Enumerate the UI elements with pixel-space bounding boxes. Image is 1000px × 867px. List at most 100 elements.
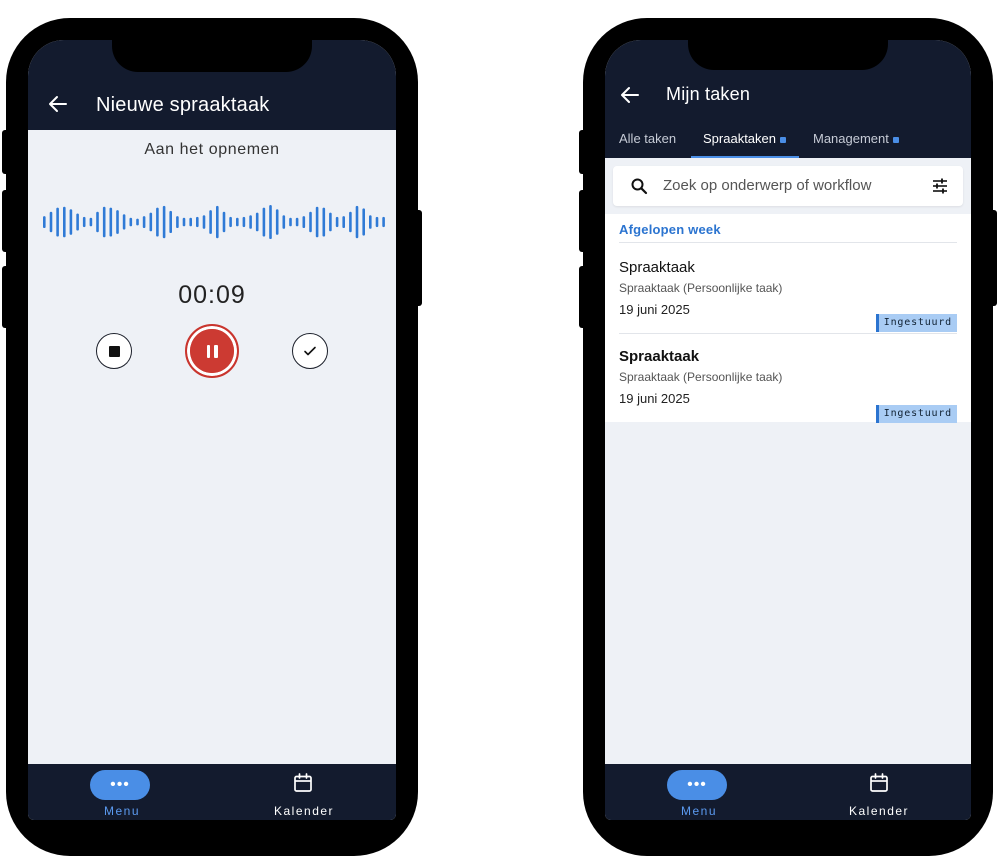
- notch: [688, 40, 888, 70]
- waveform-bar: [189, 217, 192, 227]
- item-subtitle: Spraaktaak (Persoonlijke taak): [619, 370, 783, 384]
- waveform-bar: [255, 212, 259, 232]
- check-icon: [304, 346, 316, 356]
- page-title: Nieuwe spraaktaak: [96, 94, 270, 116]
- waveform-bar: [362, 208, 365, 236]
- left-screen: Nieuwe spraaktaak Aan het opnemen 00:09 …: [28, 40, 396, 820]
- item-title: Spraaktaak: [619, 259, 695, 276]
- pause-button[interactable]: [185, 324, 239, 378]
- calendar-icon[interactable]: [868, 772, 890, 794]
- item-date: 19 juni 2025: [619, 302, 690, 317]
- search-input[interactable]: Zoek op onderwerp of workflow: [663, 177, 871, 194]
- waveform-bar: [96, 211, 99, 233]
- waveform-bar: [309, 211, 312, 233]
- right-phone: Mijn taken Alle taken Spraaktaken Manage…: [579, 18, 997, 856]
- waveform: [43, 205, 385, 239]
- back-arrow-icon[interactable]: [618, 83, 642, 107]
- finish-button[interactable]: [292, 333, 328, 369]
- waveform-bar: [142, 216, 146, 228]
- waveform-bar: [382, 216, 385, 228]
- waveform-bar: [302, 216, 306, 228]
- bottom-nav: ••• Menu Kalender: [28, 764, 396, 820]
- tab-bar: Alle taken Spraaktaken Management: [605, 122, 971, 158]
- recording-timer: 00:09: [178, 281, 246, 309]
- waveform-bar: [262, 207, 266, 237]
- calendar-icon[interactable]: [292, 772, 314, 794]
- waveform-bar: [109, 207, 113, 237]
- calendar-label: Kalender: [849, 804, 910, 818]
- menu-label: Menu: [681, 804, 718, 818]
- right-screen: Mijn taken Alle taken Spraaktaken Manage…: [605, 40, 971, 820]
- waveform-bar: [349, 211, 352, 233]
- waveform-bar: [335, 216, 339, 228]
- section-header: Afgelopen week: [619, 222, 721, 237]
- waveform-bar: [116, 210, 119, 234]
- waveform-bar: [375, 216, 379, 228]
- waveform-bar: [63, 206, 66, 238]
- side-button: [579, 190, 587, 252]
- waveform-bar: [315, 206, 319, 238]
- waveform-bar: [229, 216, 232, 228]
- waveform-bar: [102, 206, 106, 238]
- waveform-bar: [122, 214, 126, 230]
- tab-all-tasks[interactable]: Alle taken: [619, 131, 676, 146]
- status-badge: Ingestuurd: [875, 314, 957, 332]
- waveform-bar: [169, 210, 172, 233]
- menu-button[interactable]: •••: [667, 770, 727, 800]
- left-phone: Nieuwe spraaktaak Aan het opnemen 00:09 …: [2, 18, 422, 856]
- search-box[interactable]: Zoek op onderwerp of workflow: [613, 166, 963, 206]
- waveform-bar: [295, 217, 299, 227]
- page-title: Mijn taken: [666, 84, 751, 104]
- waveform-bar: [236, 217, 239, 227]
- stop-button[interactable]: [96, 333, 132, 369]
- task-list: Afgelopen week Spraaktaak Spraaktaak (Pe…: [605, 214, 971, 423]
- waveform-bar: [355, 205, 359, 239]
- waveform-bar: [275, 209, 279, 235]
- waveform-bar: [322, 207, 326, 237]
- active-tab-indicator: [691, 156, 799, 158]
- item-date: 19 juni 2025: [619, 391, 690, 406]
- tab-voice-tasks[interactable]: Spraaktaken: [703, 131, 786, 146]
- waveform-bar: [43, 216, 46, 228]
- stop-icon: [108, 345, 120, 357]
- side-button: [414, 210, 422, 306]
- bottom-nav: ••• Menu Kalender: [605, 764, 971, 820]
- item-subtitle: Spraaktaak (Persoonlijke taak): [619, 281, 783, 295]
- waveform-bar: [176, 216, 179, 228]
- waveform-bar: [76, 213, 79, 231]
- waveform-bar: [202, 215, 206, 229]
- waveform-bar: [289, 217, 292, 227]
- side-button: [989, 210, 997, 306]
- pause-icon: [190, 329, 234, 373]
- waveform-bar: [69, 209, 73, 235]
- waveform-bar: [329, 212, 332, 232]
- waveform-bar: [182, 217, 186, 227]
- tab-management[interactable]: Management: [813, 131, 899, 146]
- item-title: Spraaktaak: [619, 348, 700, 365]
- waveform-bar: [49, 211, 53, 233]
- back-arrow-icon[interactable]: [46, 92, 70, 116]
- list-item[interactable]: Spraaktaak Spraaktaak (Persoonlijke taak…: [605, 334, 971, 423]
- menu-button[interactable]: •••: [90, 770, 150, 800]
- recording-status: Aan het opnemen: [144, 141, 280, 158]
- side-button: [579, 130, 587, 174]
- waveform-bar: [216, 205, 219, 239]
- more-icon: •••: [687, 776, 707, 793]
- more-icon: •••: [110, 776, 130, 793]
- waveform-bar: [82, 216, 86, 228]
- waveform-bar: [242, 216, 246, 228]
- waveform-bar: [342, 216, 345, 228]
- unread-dot: [780, 136, 786, 143]
- notch: [112, 40, 312, 72]
- menu-label: Menu: [104, 804, 141, 818]
- waveform-bar: [136, 218, 139, 226]
- waveform-bar: [149, 212, 153, 232]
- list-item[interactable]: Spraaktaak Spraaktaak (Persoonlijke taak…: [605, 243, 971, 333]
- side-button: [579, 266, 587, 328]
- filter-icon[interactable]: [931, 177, 949, 195]
- calendar-label: Kalender: [274, 804, 335, 818]
- side-button: [2, 130, 10, 174]
- waveform-bar: [129, 217, 133, 227]
- waveform-bar: [156, 207, 159, 237]
- waveform-bar: [56, 207, 59, 237]
